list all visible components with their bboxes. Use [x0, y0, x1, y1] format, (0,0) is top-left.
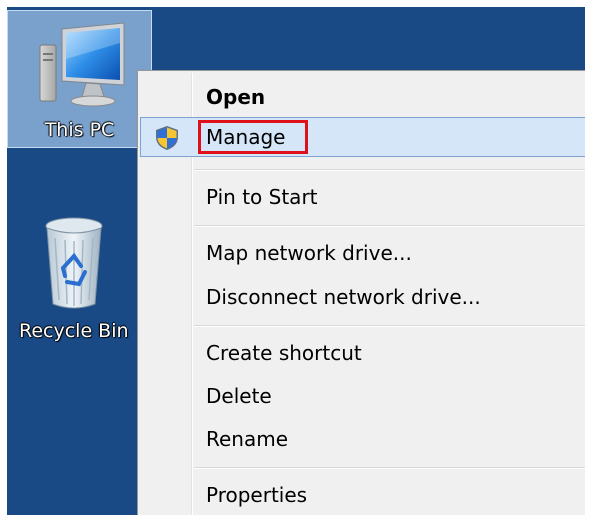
menu-item-label: Delete: [206, 384, 272, 408]
computer-icon: [39, 22, 125, 107]
menu-item-disconnect-network-drive[interactable]: Disconnect network drive...: [140, 277, 585, 317]
menu-item-rename[interactable]: Rename: [140, 419, 585, 459]
desktop-icon-label: This PC: [44, 119, 115, 141]
menu-item-label: Map network drive...: [206, 241, 412, 265]
context-menu: Open Manage Pin to Start Map network dri…: [137, 70, 585, 515]
menu-separator: [194, 225, 585, 227]
menu-item-label: Properties: [206, 483, 308, 507]
menu-item-label: Rename: [206, 427, 289, 451]
menu-item-label: Open: [206, 85, 266, 109]
desktop-icon-this-pc[interactable]: This PC: [7, 10, 152, 148]
menu-item-delete[interactable]: Delete: [140, 376, 585, 416]
menu-item-properties[interactable]: Properties: [140, 475, 585, 515]
menu-item-create-shortcut[interactable]: Create shortcut: [140, 333, 585, 373]
uac-shield-icon: [156, 126, 178, 150]
menu-item-label: Pin to Start: [206, 185, 318, 209]
menu-item-label: Disconnect network drive...: [206, 285, 481, 309]
desktop-icon-recycle-bin[interactable]: Recycle Bin: [15, 212, 145, 352]
screenshot-frame: This PC Recycle Bin Open Manage Pin to S…: [0, 0, 592, 523]
highlight-callout-box: [198, 120, 308, 154]
recycle-bin-icon: [45, 217, 103, 309]
desktop[interactable]: This PC Recycle Bin Open Manage Pin to S…: [7, 7, 585, 515]
menu-separator: [194, 325, 585, 327]
menu-item-manage[interactable]: Manage: [140, 117, 585, 157]
menu-item-open[interactable]: Open: [140, 77, 585, 117]
menu-item-label: Create shortcut: [206, 341, 362, 365]
menu-separator: [194, 169, 585, 171]
desktop-icon-label: Recycle Bin: [19, 320, 129, 342]
menu-item-pin-to-start[interactable]: Pin to Start: [140, 177, 585, 217]
menu-separator: [194, 467, 585, 469]
menu-item-map-network-drive[interactable]: Map network drive...: [140, 233, 585, 273]
